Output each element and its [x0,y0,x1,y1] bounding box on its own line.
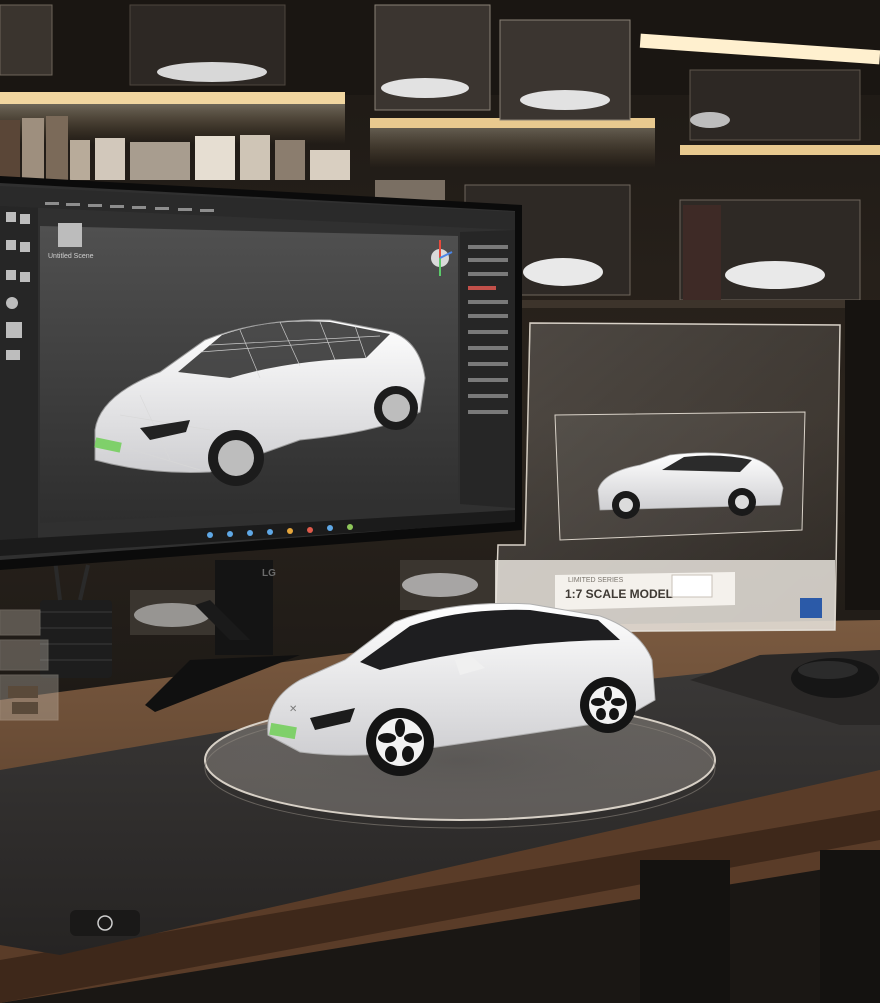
monitor-brand: LG [262,568,276,579]
mouse-icon [791,658,879,698]
display-box-label-small: LIMITED SERIES [568,577,624,584]
model-car-rear-wheel [580,677,636,733]
monitor: Untitled Scene LG [0,176,522,579]
mat-logo [70,910,140,936]
display-case: LIMITED SERIES 1:7 SCALE MODEL [494,322,841,633]
workspace-photo: Untitled Scene LG LIMITED SERIES 1:7 SCA… [0,0,880,1003]
svg-text:✕: ✕ [289,704,297,715]
scene-svg: Untitled Scene LG LIMITED SERIES 1:7 SCA… [0,0,880,1003]
model-car-front-wheel [366,708,434,776]
viewport-caption: Untitled Scene [48,253,94,260]
display-box-label-main: 1:7 SCALE MODEL [565,587,673,601]
